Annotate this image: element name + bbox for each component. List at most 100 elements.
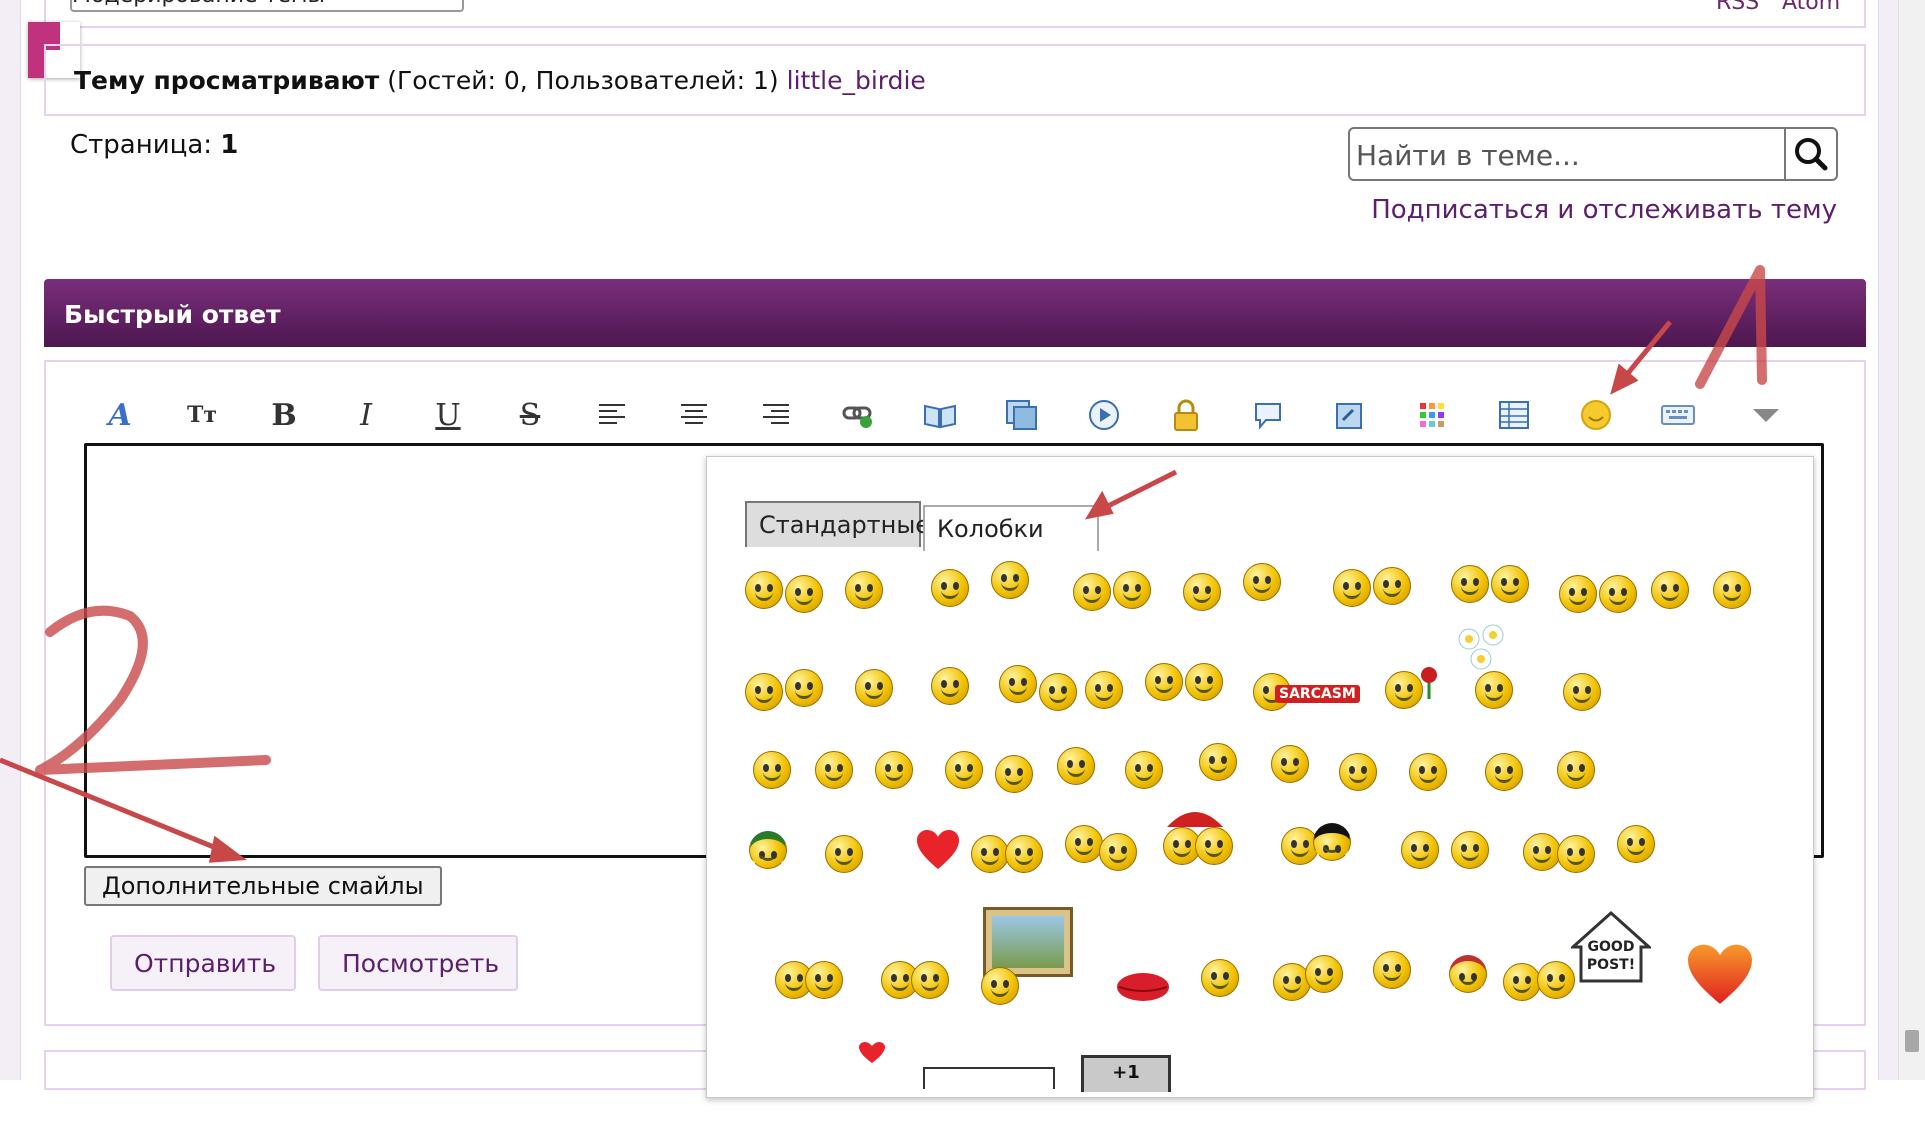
smiley[interactable] [1085,671,1123,709]
smiley[interactable] [1409,753,1447,791]
lock-icon[interactable] [1166,395,1206,435]
smiley[interactable] [981,967,1019,1005]
more-dropdown-icon[interactable] [1746,395,1786,435]
search-button[interactable] [1784,129,1836,179]
smiley[interactable] [1485,753,1523,791]
smiley[interactable] [1617,825,1655,863]
align-left-icon[interactable] [592,395,632,435]
smiley[interactable] [1651,571,1689,609]
smiley[interactable] [995,755,1033,793]
smiley[interactable] [931,667,969,705]
smiley[interactable] [1125,751,1163,789]
smiley[interactable] [1563,673,1601,711]
subscribe-thread-link[interactable]: Подписаться и отслеживать тему [1371,195,1837,225]
smiley[interactable] [825,835,863,873]
smiley[interactable] [1491,565,1529,603]
smiley[interactable] [1185,663,1223,701]
smiley[interactable] [1099,833,1137,871]
video-play-icon[interactable] [1084,395,1124,435]
quote-book-icon[interactable] [920,395,960,435]
submit-button[interactable]: Отправить [110,935,296,991]
smiley[interactable] [1557,835,1595,873]
align-center-icon[interactable] [674,395,714,435]
smiley[interactable] [1339,753,1377,791]
smiley[interactable] [1305,955,1343,993]
moderation-select[interactable]: Модерирование темы [70,0,464,12]
smiley[interactable] [815,751,853,789]
keyboard-icon[interactable] [1658,395,1698,435]
smiley[interactable] [1373,951,1411,989]
smiley[interactable] [785,575,823,613]
align-right-icon[interactable] [756,395,796,435]
smiley-icon[interactable] [1576,395,1616,435]
heart-icon[interactable] [915,829,961,871]
smiley[interactable] [855,669,893,707]
smiley[interactable] [1475,671,1513,709]
smiley[interactable] [945,751,983,789]
font-size-icon[interactable]: Tт [182,395,222,435]
smiley[interactable] [1073,573,1111,611]
big-heart-icon[interactable] [1685,943,1755,1007]
smiley[interactable] [845,571,883,609]
image-insert-icon[interactable] [1330,395,1370,435]
partial-sign[interactable] [923,1067,1055,1089]
italic-icon[interactable]: I [346,395,386,435]
smiley[interactable] [745,571,783,609]
sarcasm-label[interactable]: SARCASM [1275,685,1360,703]
smiley[interactable] [1313,823,1351,861]
smiley[interactable] [1449,955,1487,993]
tab-kolobki[interactable]: Колобки [923,505,1099,551]
smiley[interactable] [1537,961,1575,999]
atom-link[interactable]: Atom [1782,0,1840,15]
smiley[interactable] [1183,573,1221,611]
smiley[interactable] [1243,563,1281,601]
smiley[interactable] [1557,751,1595,789]
smiley[interactable] [749,831,787,869]
table-icon[interactable] [1494,395,1534,435]
smiley[interactable] [1523,833,1561,871]
smiley[interactable] [1713,571,1751,609]
tab-standard[interactable]: Стандартные [745,501,930,547]
smiley[interactable] [1599,575,1637,613]
preview-button[interactable]: Посмотреть [318,935,518,991]
smiley[interactable] [1201,959,1239,997]
underline-icon[interactable]: U [428,395,468,435]
smiley[interactable] [875,751,913,789]
color-grid-icon[interactable] [1412,395,1452,435]
bold-icon[interactable]: B [264,395,304,435]
smiley[interactable] [1145,663,1183,701]
smiley[interactable] [971,835,1009,873]
smiley[interactable] [1057,747,1095,785]
plus-one-sign[interactable]: +1 [1081,1055,1171,1092]
smiley[interactable] [785,669,823,707]
more-smiles-button[interactable]: Дополнительные смайлы [84,866,442,906]
smiley[interactable] [911,961,949,999]
smiley[interactable] [1559,575,1597,613]
smiley[interactable] [1503,963,1541,1001]
smiley[interactable] [931,569,969,607]
vertical-scrollbar[interactable] [1898,0,1925,1080]
smiley[interactable] [1451,565,1489,603]
font-color-icon[interactable]: A [100,395,140,435]
smiley[interactable] [753,751,791,789]
smiley[interactable] [1333,569,1371,607]
strikethrough-icon[interactable]: S [510,395,550,435]
smiley[interactable] [1271,745,1309,783]
small-heart-icon[interactable] [857,1041,887,1065]
kiss-lips-icon[interactable] [1115,967,1171,1007]
smiley[interactable] [1195,827,1233,865]
viewer-user-link[interactable]: little_birdie [787,66,926,95]
smiley[interactable] [745,673,783,711]
smiley[interactable] [999,665,1037,703]
smiley[interactable] [805,961,843,999]
media-gallery-icon[interactable] [1002,395,1042,435]
good-post-sign[interactable]: GOOD POST! [1571,911,1651,991]
thread-search-input[interactable] [1354,133,1778,177]
scrollbar-thumb[interactable] [1905,1030,1919,1052]
smiley[interactable] [1451,831,1489,869]
smiley[interactable] [1199,743,1237,781]
smiley[interactable] [1005,835,1043,873]
smiley[interactable] [1401,831,1439,869]
rss-link[interactable]: RSS [1716,0,1759,15]
smiley[interactable] [1373,567,1411,605]
